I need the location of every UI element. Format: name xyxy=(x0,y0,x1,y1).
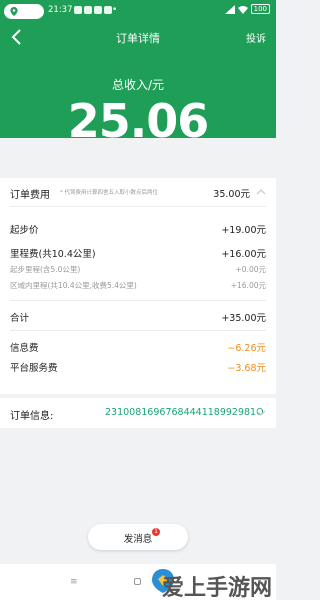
fee-row-info-fee: 信息费 −6.26元 xyxy=(10,343,266,354)
fee-card: 订单费用 * 代驾费用计算四舍五入取小数点后两位 35.00元 起步价 +19.… xyxy=(0,178,276,394)
page-title: 订单详情 xyxy=(116,32,160,45)
fee-total: 35.00元 xyxy=(213,189,250,200)
watermark-text: 爱上手游网 xyxy=(161,575,272,600)
fee-row-subtotal: 合计 +35.00元 xyxy=(10,313,266,324)
divider xyxy=(10,206,266,207)
fee-row-base-price: 起步价 +19.00元 xyxy=(10,225,266,236)
fee-row-zone-mileage: 区域内里程(共10.4公里,收费5.4公里) +16.00元 xyxy=(10,281,266,290)
order-info-row[interactable]: 订单信息: 2310081696768444118992981O xyxy=(0,398,276,428)
status-dot: • xyxy=(112,5,118,15)
app-notification-icon xyxy=(74,6,82,14)
chevron-up-icon[interactable] xyxy=(255,187,267,197)
chevron-down-icon[interactable] xyxy=(255,408,267,418)
system-indicators: 100 xyxy=(224,4,270,14)
location-pin-icon xyxy=(10,7,18,16)
nav-bar: 订单详情 投诉 xyxy=(0,24,276,50)
unread-badge: 1 xyxy=(152,528,160,536)
fee-row-mileage: 里程费(共10.4公里) +16.00元 xyxy=(10,249,266,260)
fee-header[interactable]: 订单费用 * 代驾费用计算四舍五入取小数点后两位 35.00元 xyxy=(0,178,276,206)
app-notification-icon xyxy=(104,6,112,14)
send-message-label: 发消息 xyxy=(123,534,153,545)
app-notification-icon xyxy=(84,6,92,14)
order-info-label: 订单信息: xyxy=(10,411,54,422)
fee-row-base-mileage: 起步里程(含5.0公里) +0.00元 xyxy=(10,265,266,274)
total-income-label: 总收入/元 xyxy=(111,78,165,92)
app-notification-icon xyxy=(94,6,102,14)
fee-row-platform-fee: 平台服务费 −3.68元 xyxy=(10,363,266,374)
signal-icon xyxy=(224,4,235,14)
divider xyxy=(10,330,266,331)
fee-rounding-note: * 代驾费用计算四舍五入取小数点后两位 xyxy=(60,190,158,196)
divider xyxy=(10,300,266,301)
total-income-value: 25.06 xyxy=(67,94,210,148)
location-indicator xyxy=(4,4,44,19)
notification-icons xyxy=(74,6,112,14)
status-bar: 21:37 • 100 xyxy=(0,0,276,22)
order-number[interactable]: 2310081696768444118992981O xyxy=(105,407,264,418)
battery-icon: 100 xyxy=(250,4,270,14)
fee-title: 订单费用 xyxy=(10,190,50,201)
wifi-icon xyxy=(237,5,248,14)
status-time: 21:37 xyxy=(48,5,73,15)
header-banner: 21:37 • 100 订单详情 投诉 总收入/元 25.06 xyxy=(0,0,276,148)
complain-button[interactable]: 投诉 xyxy=(246,30,266,45)
menu-icon[interactable]: ≡ xyxy=(70,577,78,587)
send-message-button[interactable]: 发消息 1 xyxy=(88,524,188,550)
home-icon[interactable] xyxy=(134,578,141,585)
